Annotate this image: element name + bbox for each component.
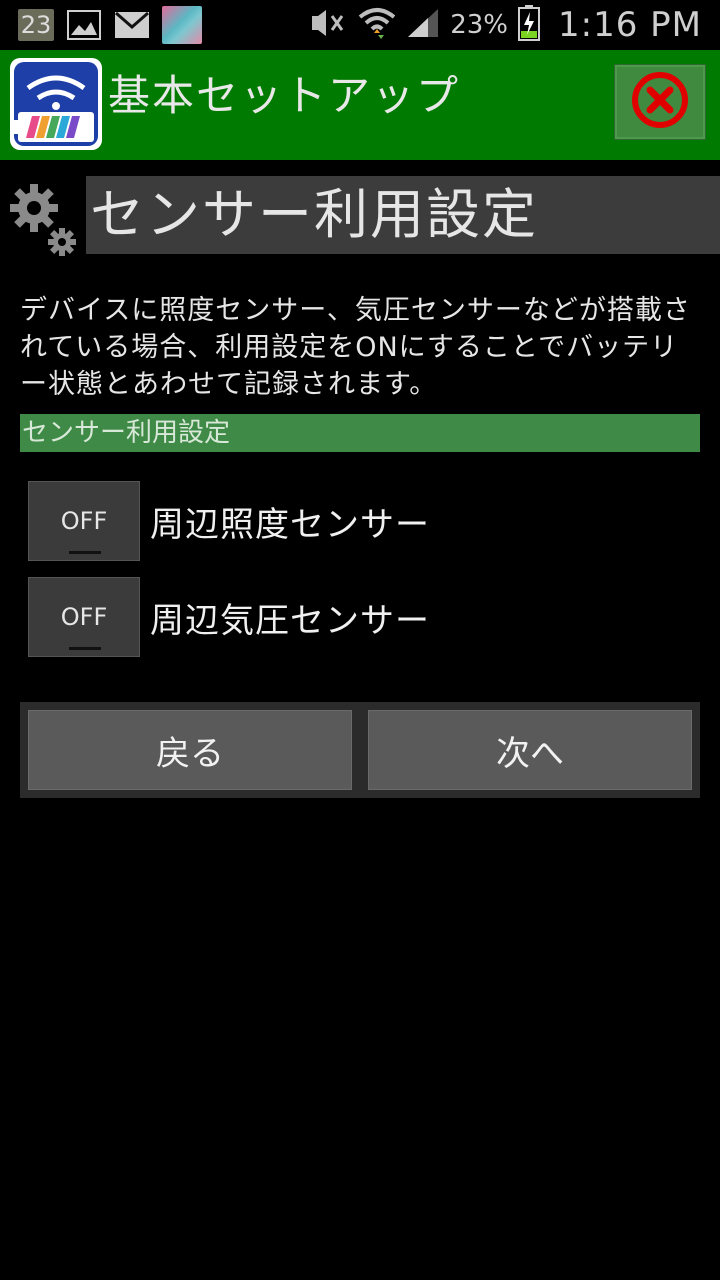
signal-icon — [406, 7, 440, 43]
barometric-pressure-sensor-label: 周辺気圧センサー — [150, 600, 430, 641]
app-logo-icon — [10, 58, 102, 150]
close-icon — [630, 70, 690, 134]
barometric-pressure-sensor-toggle[interactable]: OFF — [28, 577, 140, 657]
close-button[interactable] — [614, 64, 706, 140]
app-thumbnail-icon — [162, 6, 202, 44]
wifi-icon — [358, 5, 396, 45]
toggle-state-label: OFF — [60, 507, 108, 535]
number-badge-icon: 23 — [18, 9, 54, 41]
status-bar-notifications: 23 — [18, 6, 202, 44]
battery-percent: 23% — [450, 10, 508, 40]
gmail-icon — [114, 9, 150, 41]
back-button[interactable]: 戻る — [28, 710, 352, 790]
clock: 1:16 PM — [558, 5, 702, 45]
section-title: センサー利用設定 — [86, 176, 720, 254]
barometric-pressure-sensor-row: OFF 周辺気圧センサー — [28, 577, 430, 657]
app-title: 基本セットアップ — [108, 71, 461, 120]
ambient-light-sensor-row: OFF 周辺照度センサー — [28, 481, 430, 561]
status-bar: 23 23% 1:16 PM — [0, 0, 720, 50]
ambient-light-sensor-label: 周辺照度センサー — [150, 504, 430, 545]
navigation-panel: 戻る 次へ — [20, 702, 700, 798]
image-icon — [66, 9, 102, 41]
battery-charging-icon — [518, 5, 540, 45]
ambient-light-sensor-toggle[interactable]: OFF — [28, 481, 140, 561]
description-text: デバイスに照度センサー、気圧センサーなどが搭載されている場合、利用設定をONにす… — [20, 295, 691, 400]
status-bar-system: 23% 1:16 PM — [308, 0, 702, 50]
gear-icon — [6, 178, 80, 256]
app-bar: 基本セットアップ — [0, 50, 720, 160]
section-header: センサー利用設定 — [0, 172, 720, 262]
group-header: センサー利用設定 — [20, 414, 700, 452]
next-button[interactable]: 次へ — [368, 710, 692, 790]
toggle-state-label: OFF — [60, 603, 108, 631]
mute-icon — [308, 8, 348, 42]
toggle-indicator — [69, 647, 101, 650]
toggle-indicator — [69, 551, 101, 554]
